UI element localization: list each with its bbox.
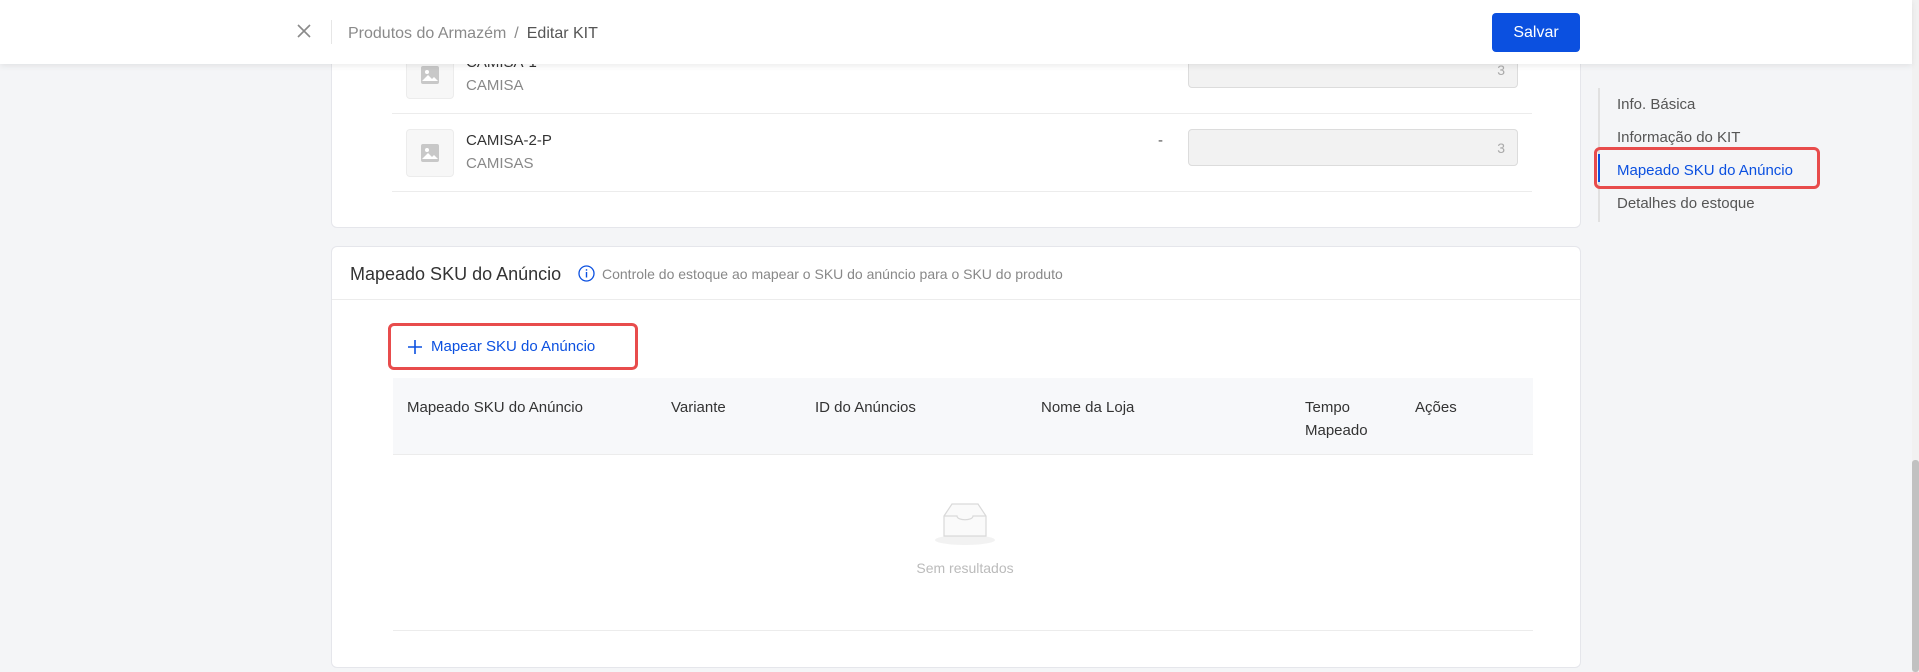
section-header: Mapeado SKU do Anúncio Controle do estoq… (332, 247, 1580, 300)
column-header-variant: Variante (671, 399, 726, 416)
close-icon (297, 24, 311, 38)
breadcrumb-parent[interactable]: Produtos do Armazém (348, 24, 506, 44)
breadcrumb: Produtos do Armazém / Editar KIT (348, 24, 598, 44)
column-header-mapped-time: Tempo Mapeado (1305, 399, 1368, 439)
page-header: Produtos do Armazém / Editar KIT Salvar (0, 0, 1912, 64)
save-button[interactable]: Salvar (1492, 13, 1580, 52)
kit-item-row: CAMISA-2-P CAMISAS - (392, 113, 1532, 192)
image-placeholder-icon (421, 144, 439, 162)
plus-icon (408, 339, 422, 354)
image-placeholder-icon (421, 66, 439, 84)
kit-item-name: CAMISA (466, 77, 524, 94)
close-button[interactable] (293, 20, 315, 42)
kit-item-sku: CAMISA-2-P (466, 132, 552, 149)
section-info-text: Controle do estoque ao mapear o SKU do a… (602, 266, 1063, 282)
anchor-item-kit-info[interactable]: Informação do KIT (1617, 129, 1740, 146)
scrollbar-thumb[interactable] (1912, 460, 1919, 672)
breadcrumb-current: Editar KIT (526, 25, 598, 42)
section-title: Mapeado SKU do Anúncio (350, 264, 562, 284)
map-listing-sku-button[interactable]: Mapear SKU do Anúncio (388, 323, 638, 370)
column-header-store-name: Nome da Loja (1041, 399, 1135, 416)
empty-inbox-icon (935, 503, 995, 545)
table-header: Mapeado SKU do Anúncio Variante ID do An… (393, 378, 1533, 455)
breadcrumb-separator: / (514, 25, 519, 42)
column-header-actions: Ações (1415, 399, 1457, 416)
anchor-item-basic-info[interactable]: Info. Básica (1617, 96, 1695, 113)
info-icon (578, 265, 595, 282)
quantity-input[interactable] (1188, 129, 1518, 166)
mapping-section-card: Mapeado SKU do Anúncio Controle do estoq… (331, 246, 1581, 668)
header-divider (331, 20, 332, 44)
highlight-box (1594, 147, 1820, 189)
product-thumbnail (406, 129, 454, 177)
empty-state-text: Sem resultados (916, 560, 1014, 576)
kit-item-dash: - (1158, 132, 1163, 149)
map-button-label: Mapear SKU do Anúncio (431, 338, 596, 355)
column-header-sku: Mapeado SKU do Anúncio (407, 399, 583, 416)
column-header-listing-id: ID do Anúncios (815, 399, 916, 416)
anchor-item-stock-details[interactable]: Detalhes do estoque (1617, 195, 1755, 212)
table-bottom-divider (393, 630, 1533, 631)
kit-item-name: CAMISAS (466, 155, 534, 172)
